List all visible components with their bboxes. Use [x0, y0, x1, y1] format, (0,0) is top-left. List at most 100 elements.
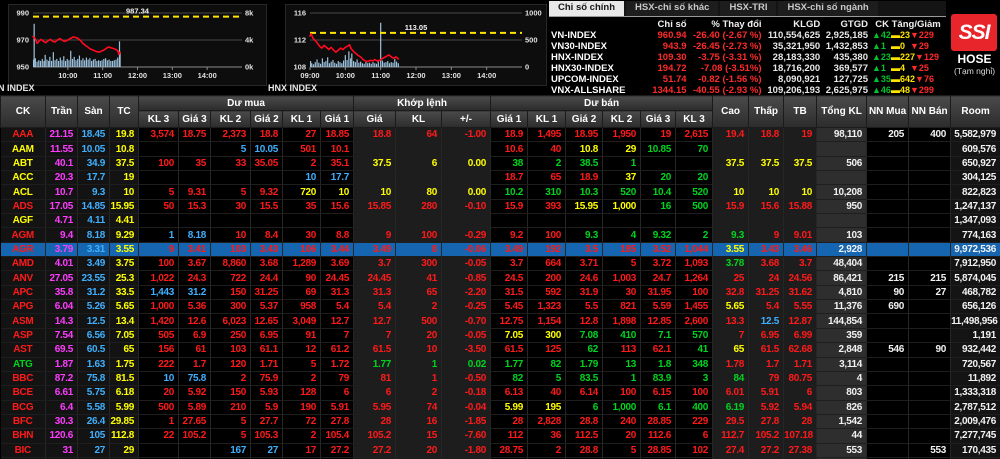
- board-row-BFC[interactable]: BFC30.326.429.85127.65527.77227.82816-1.…: [1, 414, 1000, 428]
- board-row-ATG[interactable]: ATG1.871.631.752221.71201.7151.721.7710.…: [1, 357, 1000, 371]
- tab-0[interactable]: Chỉ số chính: [549, 1, 624, 16]
- cell-thap: 37.5: [749, 156, 784, 170]
- index-row-HNX-INDEX: HNX-INDEX109.30-3.75 (-3.31 %)28,183,330…: [549, 52, 946, 63]
- cell-san: 4.11: [78, 214, 110, 228]
- cell-bid-gia1: 10.1: [321, 142, 354, 156]
- col-header-NN Mua: NN Mua: [867, 96, 909, 128]
- cell-bid-kl1: [283, 214, 321, 228]
- board-row-ACC[interactable]: ACC20.317.7191017.718.76518.9372020304,1…: [1, 171, 1000, 185]
- svg-text:500: 500: [525, 36, 538, 45]
- cell-nn-ban: [909, 371, 951, 385]
- cell-san: 105: [78, 429, 110, 443]
- index-value: 1344.15: [649, 85, 689, 96]
- board-row-AAA[interactable]: AAA21.1518.4519.83,57418.752,37318.82718…: [1, 128, 1000, 142]
- cell-match-chg: 0.00: [442, 185, 491, 199]
- board-row-BHN[interactable]: BHN120.6105112.822105.25105.32105.4105.2…: [1, 429, 1000, 443]
- tab-1[interactable]: HSX-chỉ số khác: [626, 1, 718, 16]
- col-header-TB: TB: [784, 96, 817, 128]
- board-row-BBC[interactable]: BBC87.275.881.51075.8275.9279811-0.50825…: [1, 371, 1000, 385]
- board-row-AST[interactable]: AST69.560.5651566110361.11261.261.510-3.…: [1, 343, 1000, 357]
- cell-ask-gia3: 6.15: [641, 386, 676, 400]
- flat-icon: ▬4: [891, 63, 910, 73]
- cell-bid-kl3: 1: [139, 414, 179, 428]
- cell-bid-gia1: 3.44: [321, 242, 354, 256]
- cell-bid-gia3: 61: [179, 343, 211, 357]
- cell-bid-gia1: 7: [321, 328, 354, 342]
- group-header: Dư bán: [491, 96, 713, 111]
- svg-text:11:00: 11:00: [371, 71, 390, 80]
- cell-match-kl: 500: [396, 314, 442, 328]
- cell-tran: 6.04: [46, 300, 78, 314]
- cell-bid-kl1: 2: [283, 371, 321, 385]
- cell-match-kl: 10: [396, 343, 442, 357]
- cell-cao: 3.55: [713, 242, 749, 256]
- cell-tong-kl: 553: [817, 443, 867, 457]
- board-row-ADS[interactable]: ADS17.0514.8515.955015.33015.53515.615.8…: [1, 199, 1000, 213]
- svg-text:970: 970: [16, 36, 29, 45]
- cell-match-kl: 80: [396, 185, 442, 199]
- cell-nn-ban: 215: [909, 271, 951, 285]
- board-row-AGM[interactable]: AGM9.48.189.2918.18108.4308.89100-0.299.…: [1, 228, 1000, 242]
- cell-bid-kl2: 722: [211, 271, 251, 285]
- cell-ask-kl3: 2: [676, 228, 713, 242]
- svg-text:13:00: 13:00: [442, 71, 461, 80]
- board-row-ACL[interactable]: ACL10.79.31059.3159.327201010800.0010.23…: [1, 185, 1000, 199]
- index-change: -26.45 (-2.73 %): [689, 41, 764, 52]
- tab-3[interactable]: HSX-chỉ số ngành: [778, 1, 877, 16]
- cell-cao: [713, 171, 749, 185]
- cell-match-gia: 9: [354, 228, 396, 242]
- cell-ask-kl2: 113: [603, 343, 641, 357]
- board-row-BCG[interactable]: BCG6.45.585.995005.892105.91905.915.9574…: [1, 400, 1000, 414]
- board-row-AGR[interactable]: AGR3.793.313.5593.411033.431063.443.498-…: [1, 242, 1000, 256]
- index-gtgd: 127,725: [822, 74, 870, 85]
- cell-tran: 17.05: [46, 199, 78, 213]
- cell-match-chg: [442, 142, 491, 156]
- board-row-APG[interactable]: APG6.045.265.651,0005.363005.379585.45.4…: [1, 300, 1000, 314]
- down-arrow-icon: ▼29: [910, 41, 929, 51]
- cell-bid-kl3: [139, 214, 179, 228]
- board-row-ASM[interactable]: ASM14.312.513.41,42012.66,02312.653,0491…: [1, 314, 1000, 328]
- cell-tb: 6.99: [784, 328, 817, 342]
- cell-bid-gia2: 24.4: [251, 271, 283, 285]
- cell-bid-gia1: [321, 214, 354, 228]
- cell-ask-kl3: 20: [676, 171, 713, 185]
- cell-match-kl: 20: [396, 328, 442, 342]
- cell-bid-gia3: 6.9: [179, 328, 211, 342]
- cell-ask-kl1: 1,154: [528, 314, 566, 328]
- up-arrow-icon: ▲23: [872, 52, 891, 62]
- cell-bid-gia2: 12.65: [251, 314, 283, 328]
- cell-ck: APC: [1, 285, 46, 299]
- cell-cao: 9.3: [713, 228, 749, 242]
- cell-tc: 25.3: [110, 271, 139, 285]
- cell-ask-kl3: 570: [676, 328, 713, 342]
- col-header: Giá 3: [641, 111, 676, 128]
- cell-bid-kl3: 1,000: [139, 300, 179, 314]
- cell-ask-kl2: 100: [603, 386, 641, 400]
- cell-tc: 13.4: [110, 314, 139, 328]
- up-arrow-icon: ▲1: [872, 63, 891, 73]
- board-row-ABT[interactable]: ABT40.134.937.5100353335.05235.137.560.0…: [1, 156, 1000, 170]
- cell-match-chg: -0.25: [442, 300, 491, 314]
- board-row-AMD[interactable]: AMD4.013.493.751003.678,8603.681,2893.69…: [1, 257, 1000, 271]
- board-row-ANV[interactable]: ANV27.0523.5525.31,02224.372224.49024.45…: [1, 271, 1000, 285]
- cell-bid-gia3: 8.18: [179, 228, 211, 242]
- col-header-NN Bán: NN Bán: [909, 96, 951, 128]
- cell-tran: 6.61: [46, 386, 78, 400]
- col-header-Cao: Cao: [713, 96, 749, 128]
- index-klgd: 18,716,200: [764, 63, 823, 74]
- cell-match-gia: 28: [354, 414, 396, 428]
- tab-2[interactable]: HSX-TRI: [720, 1, 776, 16]
- board-row-ASP[interactable]: ASP7.546.567.055056.92506.95917720-0.057…: [1, 328, 1000, 342]
- cell-ask-gia3: 9.32: [641, 228, 676, 242]
- cell-room: 822,823: [951, 185, 1000, 199]
- board-row-AGF[interactable]: AGF4.714.114.411,347,093: [1, 214, 1000, 228]
- cell-bid-kl3: 50: [139, 199, 179, 213]
- board-row-AAM[interactable]: AAM11.5510.0510.8510.0550110.110.64010.8…: [1, 142, 1000, 156]
- svg-text:116: 116: [294, 9, 306, 18]
- cell-ck: AGM: [1, 228, 46, 242]
- board-row-APC[interactable]: APC35.831.233.51,44331.215031.256931.331…: [1, 285, 1000, 299]
- cell-match-chg: -2.20: [442, 285, 491, 299]
- cell-cao: 25: [713, 271, 749, 285]
- board-row-BCE[interactable]: BCE6.615.756.18205.921505.93128662-0.186…: [1, 386, 1000, 400]
- board-row-BIC[interactable]: BIC312729167271727.227.220-1.8028.75228.…: [1, 443, 1000, 457]
